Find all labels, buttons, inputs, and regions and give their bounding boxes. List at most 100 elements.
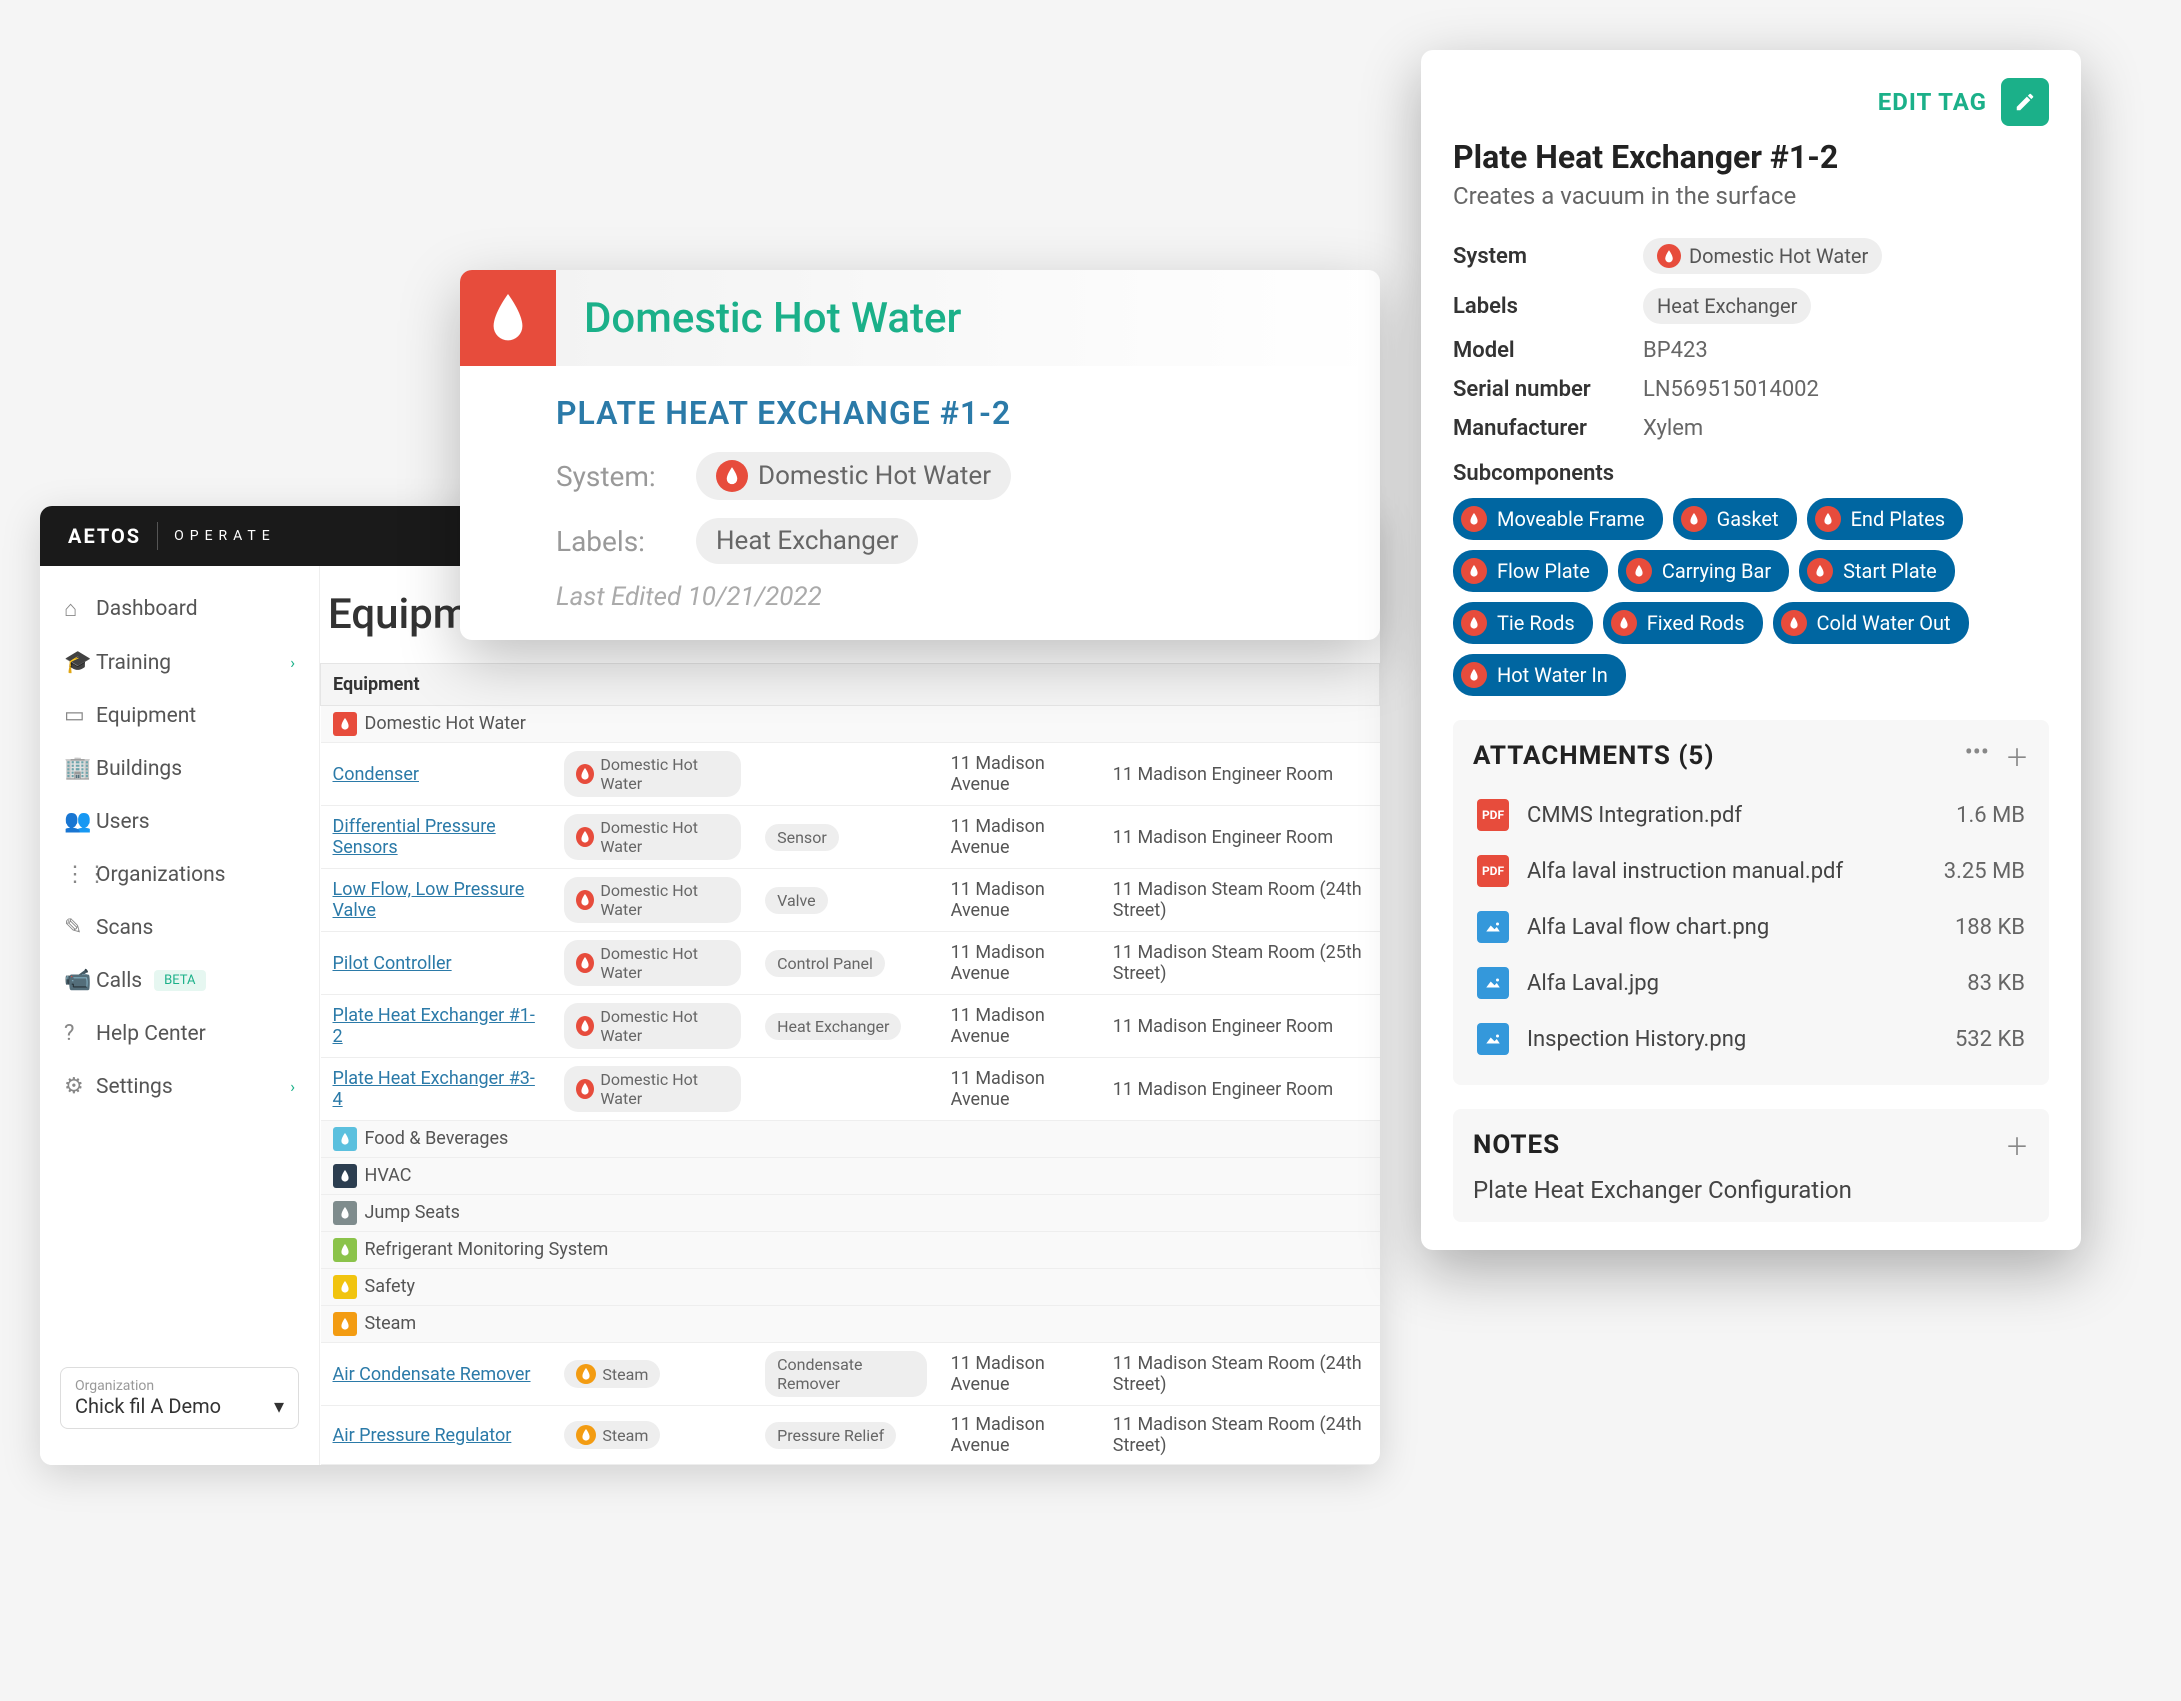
subcomponent-chip[interactable]: Tie Rods bbox=[1453, 602, 1593, 644]
equipment-link[interactable]: Plate Heat Exchanger #3-4 bbox=[333, 1068, 535, 1110]
sidebar-item-dashboard[interactable]: ⌂Dashboard bbox=[40, 582, 319, 636]
subcomponent-chip[interactable]: Start Plate bbox=[1799, 550, 1955, 592]
sidebar-item-scans[interactable]: ✎Scans bbox=[40, 901, 319, 954]
system-pill[interactable]: Domestic Hot Water bbox=[564, 940, 741, 986]
water-drop-icon bbox=[576, 764, 594, 784]
sidebar-item-users[interactable]: 👥Users bbox=[40, 795, 319, 848]
subcomponent-chip[interactable]: Flow Plate bbox=[1453, 550, 1608, 592]
sidebar-item-help-center[interactable]: ?Help Center bbox=[40, 1007, 319, 1060]
label-pill[interactable]: Pressure Relief bbox=[765, 1422, 896, 1449]
attachment-row[interactable]: Alfa Laval flow chart.png188 KB bbox=[1473, 899, 2029, 955]
edit-tag-button[interactable] bbox=[2001, 78, 2049, 126]
water-drop-icon bbox=[576, 827, 594, 847]
system-pill[interactable]: Domestic Hot Water bbox=[564, 814, 741, 860]
subcomponent-chip[interactable]: Carrying Bar bbox=[1618, 550, 1789, 592]
img-icon bbox=[1477, 1023, 1509, 1055]
sidebar-item-buildings[interactable]: 🏢Buildings bbox=[40, 742, 319, 795]
attachment-row[interactable]: Alfa Laval.jpg83 KB bbox=[1473, 955, 2029, 1011]
subcomponent-chip[interactable]: End Plates bbox=[1807, 498, 1963, 540]
org-selector[interactable]: Organization Chick fil A Demo ▾ bbox=[60, 1367, 299, 1429]
group-label: Refrigerant Monitoring System bbox=[365, 1239, 609, 1260]
chip-label: Hot Water In bbox=[1497, 663, 1608, 687]
detail-panel: EDIT TAG Plate Heat Exchanger #1-2 Creat… bbox=[1421, 50, 2081, 1250]
equipment-link[interactable]: Low Flow, Low Pressure Valve bbox=[333, 879, 525, 921]
label-pill[interactable]: Heat Exchanger bbox=[765, 1013, 901, 1040]
sidebar-item-training[interactable]: 🎓Training› bbox=[40, 636, 319, 689]
main-window: AETOS OPERATE ⌂Dashboard🎓Training›▭Equip… bbox=[40, 506, 1380, 1465]
water-drop-icon bbox=[1681, 506, 1707, 532]
group-row[interactable]: Food & Beverages bbox=[321, 1121, 1380, 1158]
system-pill[interactable]: Domestic Hot Water bbox=[564, 1066, 741, 1112]
brand-divider bbox=[157, 522, 158, 550]
label-pill[interactable]: Sensor bbox=[765, 824, 839, 851]
group-row[interactable]: HVAC bbox=[321, 1158, 1380, 1195]
system-pill[interactable]: Domestic Hot Water bbox=[564, 1003, 741, 1049]
subcomponent-chip[interactable]: Hot Water In bbox=[1453, 654, 1626, 696]
sidebar-item-label: Training bbox=[96, 651, 171, 675]
group-icon bbox=[333, 1275, 357, 1299]
address: 11 Madison Avenue bbox=[939, 869, 1101, 932]
sidebar-item-organizations[interactable]: ⋮⋮Organizations bbox=[40, 848, 319, 901]
attachment-row[interactable]: PDFAlfa laval instruction manual.pdf3.25… bbox=[1473, 843, 2029, 899]
equipment-link[interactable]: Pilot Controller bbox=[333, 953, 452, 974]
group-row[interactable]: Domestic Hot Water bbox=[321, 706, 1380, 743]
system-pill[interactable]: Domestic Hot Water bbox=[564, 877, 741, 923]
system-pill[interactable]: Domestic Hot Water bbox=[696, 452, 1011, 500]
sidebar-item-settings[interactable]: ⚙Settings› bbox=[40, 1060, 319, 1113]
table-row: Pilot Controller Domestic Hot Water Cont… bbox=[321, 932, 1380, 995]
attachment-row[interactable]: Inspection History.png532 KB bbox=[1473, 1011, 2029, 1067]
label-pill[interactable]: Condensate Remover bbox=[765, 1351, 927, 1397]
water-drop-icon bbox=[576, 953, 594, 973]
table-header-equipment[interactable]: Equipment bbox=[321, 664, 1380, 706]
equipment-link[interactable]: Differential Pressure Sensors bbox=[333, 816, 496, 858]
system-pill[interactable]: Domestic Hot Water bbox=[564, 751, 741, 797]
equipment-link[interactable]: Air Pressure Regulator bbox=[333, 1425, 512, 1446]
label-pill[interactable]: Valve bbox=[765, 887, 828, 914]
group-row[interactable]: Refrigerant Monitoring System bbox=[321, 1232, 1380, 1269]
attachment-name: Alfa Laval flow chart.png bbox=[1527, 915, 1955, 940]
sidebar-icon: ? bbox=[64, 1021, 96, 1046]
detail-labels-label: Labels bbox=[1453, 294, 1643, 319]
detail-label-pill[interactable]: Heat Exchanger bbox=[1643, 288, 1811, 324]
attachment-name: Alfa laval instruction manual.pdf bbox=[1527, 859, 1944, 884]
sidebar-item-label: Users bbox=[96, 810, 150, 834]
attachment-size: 1.6 MB bbox=[1956, 803, 2025, 828]
group-row[interactable]: Jump Seats bbox=[321, 1195, 1380, 1232]
system-pill[interactable]: Steam bbox=[564, 1360, 660, 1388]
chip-label: Cold Water Out bbox=[1817, 611, 1951, 635]
add-attachment-button[interactable]: ＋ bbox=[2005, 738, 2029, 773]
attachment-row[interactable]: PDFCMMS Integration.pdf1.6 MB bbox=[1473, 787, 2029, 843]
equipment-link[interactable]: Condenser bbox=[333, 764, 420, 785]
water-drop-icon bbox=[1461, 558, 1487, 584]
room: 11 Madison Engineer Room bbox=[1101, 743, 1380, 806]
equipment-link[interactable]: Plate Heat Exchanger #1-2 bbox=[333, 1005, 535, 1047]
room: 11 Madison Engineer Room bbox=[1101, 995, 1380, 1058]
subcomponent-chip[interactable]: Gasket bbox=[1673, 498, 1797, 540]
group-row[interactable]: Steam bbox=[321, 1306, 1380, 1343]
room: 11 Madison Steam Room (24th Street) bbox=[1101, 1406, 1380, 1465]
subcomponent-chip[interactable]: Fixed Rods bbox=[1603, 602, 1763, 644]
add-note-button[interactable]: ＋ bbox=[2005, 1127, 2029, 1162]
water-drop-icon bbox=[576, 1364, 596, 1384]
group-icon bbox=[333, 712, 357, 736]
subcomponent-chip[interactable]: Cold Water Out bbox=[1773, 602, 1969, 644]
attachment-name: Inspection History.png bbox=[1527, 1027, 1955, 1052]
equipment-table: Equipment Domestic Hot Water Condenser D… bbox=[320, 663, 1380, 1465]
detail-system-pill[interactable]: Domestic Hot Water bbox=[1643, 238, 1882, 274]
label-pill[interactable]: Control Panel bbox=[765, 950, 885, 977]
more-icon[interactable]: ••• bbox=[1965, 738, 1989, 773]
sidebar-item-equipment[interactable]: ▭Equipment bbox=[40, 689, 319, 742]
group-row[interactable]: Safety bbox=[321, 1269, 1380, 1306]
attachments-title: ATTACHMENTS (5) bbox=[1473, 741, 1714, 771]
subcomponents-label: Subcomponents bbox=[1453, 461, 2049, 486]
water-drop-icon bbox=[1461, 662, 1487, 688]
sidebar-item-calls[interactable]: 📹CallsBETA bbox=[40, 954, 319, 1007]
water-drop-icon bbox=[576, 1016, 594, 1036]
system-pill[interactable]: Steam bbox=[564, 1421, 660, 1449]
water-drop-icon bbox=[1807, 558, 1833, 584]
equipment-link[interactable]: Air Condensate Remover bbox=[333, 1364, 531, 1385]
water-drop-icon bbox=[1626, 558, 1652, 584]
attachment-size: 83 KB bbox=[1967, 971, 2025, 996]
label-pill[interactable]: Heat Exchanger bbox=[696, 518, 918, 564]
subcomponent-chip[interactable]: Moveable Frame bbox=[1453, 498, 1663, 540]
